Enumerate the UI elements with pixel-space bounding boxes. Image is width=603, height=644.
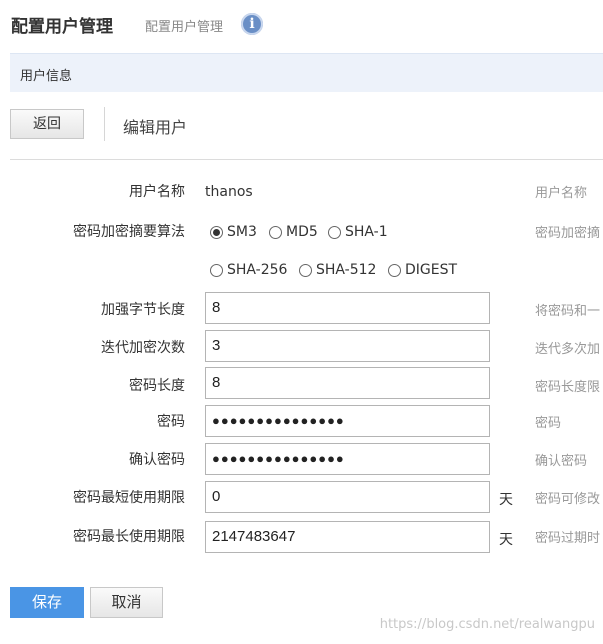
min-age-input[interactable]: 0	[205, 481, 490, 513]
radio-sha256[interactable]: SHA-256	[210, 262, 287, 278]
section-title: 编辑用户	[123, 118, 188, 137]
radio-sha1-label: SHA-1	[345, 224, 388, 240]
user-info-bar: 用户信息	[10, 53, 603, 92]
radio-sha512[interactable]: SHA-512	[299, 262, 376, 278]
page-subtitle: 配置用户管理	[145, 20, 224, 35]
password-hint: 密码	[535, 416, 562, 431]
radio-sm3-circle[interactable]	[210, 225, 223, 239]
min-age-unit: 天	[499, 492, 513, 508]
max-age-input[interactable]: 2147483647	[205, 521, 490, 553]
cancel-button[interactable]: 取消	[90, 587, 163, 618]
watermark: https://blog.csdn.net/realwangpu	[379, 617, 595, 632]
max-age-hint: 密码过期时	[535, 531, 601, 546]
page-title: 配置用户管理	[11, 17, 113, 37]
confirm-password-input[interactable]: ●●●●●●●●●●●●●●●	[205, 443, 490, 475]
radio-sha1[interactable]: SHA-1	[328, 224, 388, 240]
radio-sha256-label: SHA-256	[227, 262, 288, 278]
radio-sm3[interactable]: SM3	[210, 224, 257, 240]
info-icon[interactable]: i	[241, 13, 263, 35]
max-age-unit: 天	[499, 532, 513, 548]
header-divider	[10, 159, 603, 160]
radio-digest-label: DIGEST	[405, 262, 458, 278]
password-length-hint: 密码长度限	[535, 380, 601, 395]
radio-sha512-circle[interactable]	[299, 263, 312, 277]
password-length-input[interactable]: 8	[205, 367, 490, 399]
save-button[interactable]: 保存	[10, 587, 84, 618]
username-value: thanos	[205, 184, 253, 200]
min-age-label: 密码最短使用期限	[73, 490, 185, 506]
radio-sha256-circle[interactable]	[210, 263, 223, 277]
algorithm-label: 密码加密摘要算法	[73, 224, 185, 240]
salt-length-input[interactable]: 8	[205, 292, 490, 324]
iterations-label: 迭代加密次数	[101, 340, 185, 356]
algorithm-hint: 密码加密摘	[535, 226, 601, 241]
radio-md5[interactable]: MD5	[269, 224, 318, 240]
radio-digest-circle[interactable]	[388, 263, 401, 277]
iterations-input[interactable]: 3	[205, 330, 490, 362]
username-label: 用户名称	[129, 184, 185, 200]
radio-digest[interactable]: DIGEST	[388, 262, 457, 278]
radio-md5-circle[interactable]	[269, 225, 282, 239]
salt-length-hint: 将密码和一	[535, 304, 601, 319]
password-input[interactable]: ●●●●●●●●●●●●●●●	[205, 405, 490, 437]
confirm-password-hint: 确认密码	[535, 454, 588, 469]
iterations-hint: 迭代多次加	[535, 342, 601, 357]
min-age-hint: 密码可修改	[535, 492, 601, 507]
max-age-label: 密码最长使用期限	[73, 529, 185, 545]
password-label: 密码	[157, 414, 185, 430]
user-info-label: 用户信息	[20, 69, 73, 84]
username-hint: 用户名称	[535, 186, 588, 201]
radio-sm3-label: SM3	[227, 224, 257, 240]
salt-length-label: 加强字节长度	[101, 302, 185, 318]
toolbar-divider	[104, 107, 105, 141]
radio-sha512-label: SHA-512	[316, 262, 377, 278]
password-length-label: 密码长度	[129, 378, 185, 394]
radio-sha1-circle[interactable]	[328, 225, 341, 239]
back-button[interactable]: 返回	[10, 109, 84, 139]
radio-md5-label: MD5	[286, 224, 318, 240]
confirm-password-label: 确认密码	[129, 452, 185, 468]
